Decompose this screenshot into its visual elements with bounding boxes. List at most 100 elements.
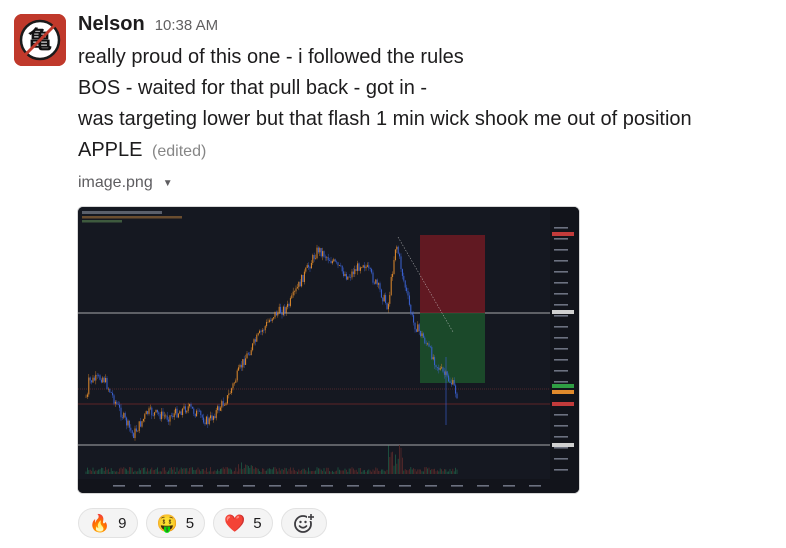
candle — [435, 365, 437, 368]
volume-bar — [341, 470, 343, 474]
volume-bar — [102, 467, 104, 474]
candle — [443, 371, 445, 375]
candle — [365, 266, 367, 269]
volume-bar — [159, 471, 161, 474]
price-tick — [554, 249, 568, 251]
candle — [126, 417, 128, 426]
candle — [319, 248, 321, 253]
volume-bar — [200, 471, 202, 474]
attachment-filename[interactable]: image.png — [78, 174, 153, 192]
candle — [154, 412, 156, 416]
candle — [194, 413, 196, 417]
volume-bar — [358, 468, 360, 474]
candle — [352, 271, 354, 275]
volume-bar — [221, 468, 223, 474]
avatar[interactable]: 亀 — [14, 14, 66, 66]
add-reaction-button[interactable] — [280, 508, 327, 538]
volume-bar — [238, 464, 239, 474]
price-tick — [554, 370, 568, 372]
volume-bar — [96, 470, 98, 474]
volume-bar — [280, 470, 281, 474]
candle — [226, 395, 228, 404]
volume-bar — [242, 469, 244, 474]
message-timestamp[interactable]: 10:38 AM — [155, 17, 218, 34]
volume-bar — [323, 468, 325, 474]
volume-bar — [339, 469, 340, 474]
volume-bar — [411, 469, 413, 474]
volume-bar — [441, 469, 442, 474]
volume-bar — [113, 470, 115, 474]
candle — [100, 379, 102, 383]
candle — [434, 357, 436, 366]
profit-target-zone — [420, 313, 485, 383]
reaction-count: 5 — [253, 514, 262, 532]
volume-bar — [161, 471, 162, 474]
candle — [383, 295, 385, 302]
candle — [243, 359, 245, 365]
volume-bar — [344, 468, 346, 474]
volume-bar — [273, 467, 274, 474]
candle — [254, 339, 256, 342]
reaction-money-mouth[interactable]: 🤑 5 — [145, 508, 206, 538]
volume-bar — [333, 471, 335, 474]
volume-bar — [297, 471, 298, 474]
candle — [284, 306, 286, 313]
volume-bar — [232, 471, 234, 474]
candle — [357, 263, 359, 271]
candle — [411, 313, 413, 316]
volume-bar — [378, 470, 379, 474]
candle — [191, 406, 193, 409]
candle — [168, 419, 170, 422]
volume-bar — [425, 467, 427, 474]
volume-bar — [357, 471, 358, 474]
candle — [287, 303, 289, 308]
volume-bar — [256, 467, 258, 474]
chevron-down-icon[interactable]: ▼ — [163, 178, 173, 189]
volume-bar — [417, 469, 419, 474]
time-tick — [243, 485, 255, 487]
volume-bar — [435, 471, 437, 474]
volume-bar — [220, 469, 221, 474]
attachment-image[interactable] — [77, 206, 580, 494]
candle — [232, 383, 234, 389]
volume-bar — [355, 469, 357, 474]
volume-bar — [347, 471, 349, 474]
volume-bar — [137, 471, 139, 474]
candle — [114, 401, 116, 404]
message-line: really proud of this one - i followed th… — [78, 46, 464, 68]
volume-bar — [196, 469, 197, 474]
volume-bar — [133, 471, 134, 474]
reaction-heart[interactable]: ❤️ 5 — [213, 508, 273, 538]
volume-bar — [143, 467, 144, 474]
sender-name[interactable]: Nelson — [78, 13, 145, 36]
volume-bar — [337, 467, 339, 474]
candle — [270, 320, 272, 322]
candle — [355, 269, 357, 271]
candle — [140, 421, 142, 427]
volume-bar — [431, 469, 433, 474]
candle — [133, 433, 135, 439]
volume-bar — [201, 469, 203, 474]
candle — [323, 251, 325, 257]
volume-bar — [367, 470, 368, 474]
candle — [373, 282, 375, 284]
volume-bar — [126, 469, 127, 474]
candle — [204, 422, 206, 425]
volume-bar — [236, 471, 238, 474]
reaction-fire[interactable]: 🔥 9 — [78, 508, 138, 538]
candle — [119, 404, 121, 408]
candle — [95, 374, 97, 381]
candle — [417, 324, 419, 332]
candle — [396, 246, 398, 250]
volume-bar — [87, 467, 88, 474]
volume-bar — [445, 469, 447, 474]
candle — [187, 406, 189, 411]
attachment-header[interactable]: image.png ▼ — [78, 174, 173, 192]
volume-bar — [312, 470, 314, 474]
volume-bar — [124, 468, 126, 474]
volume-bar — [89, 469, 91, 474]
candle — [130, 427, 132, 431]
candle — [96, 374, 98, 376]
candle — [263, 330, 265, 331]
candle — [189, 404, 191, 407]
